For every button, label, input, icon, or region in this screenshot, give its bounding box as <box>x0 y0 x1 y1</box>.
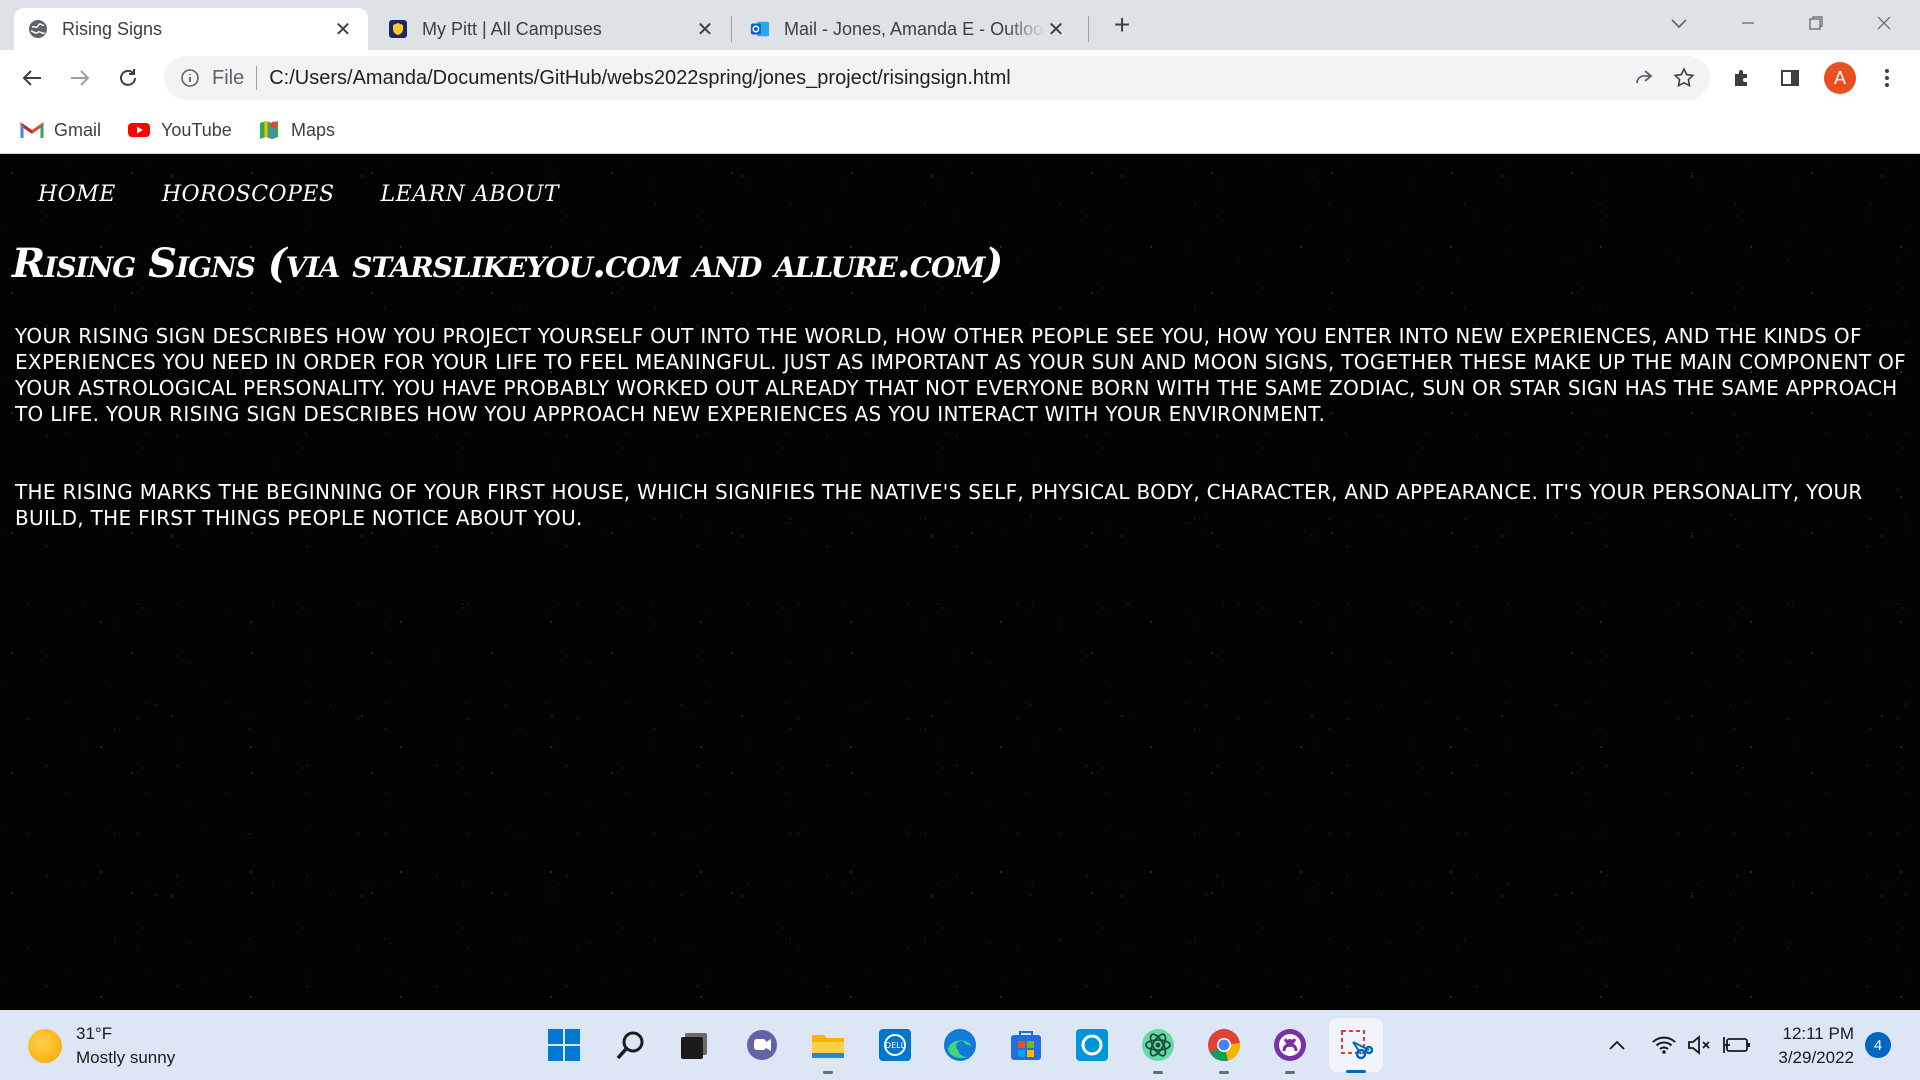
wifi-icon[interactable] <box>1649 1032 1679 1058</box>
new-tab-button[interactable]: + <box>1107 9 1137 40</box>
file-explorer-icon[interactable] <box>808 1025 848 1074</box>
tab-my-pitt[interactable]: My Pitt | All Campuses ✕ <box>374 8 730 50</box>
page-content: HOME HOROSCOPES LEARN ABOUT Rising Signs… <box>0 155 1920 1010</box>
microsoft-store-icon[interactable] <box>1006 1025 1046 1065</box>
atom-editor-icon[interactable] <box>1138 1025 1178 1074</box>
bookmark-youtube[interactable]: YouTube <box>127 116 232 144</box>
close-tab-icon[interactable]: ✕ <box>1045 18 1067 41</box>
close-window-icon[interactable] <box>1866 8 1902 38</box>
clock-time: 12:11 PM <box>1782 1024 1854 1043</box>
sun-weather-icon <box>28 1029 62 1063</box>
outlook-icon <box>750 19 770 39</box>
tab-rising-signs[interactable]: Rising Signs ✕ <box>14 8 368 50</box>
tab-title: Rising Signs <box>62 18 163 39</box>
paragraph-rising-sign-description: Your Rising Sign describes how you proje… <box>15 324 1906 426</box>
tab-separator <box>1088 16 1089 42</box>
address-bar[interactable]: File C:/Users/Amanda/Documents/GitHub/we… <box>164 56 1710 100</box>
chrome-browser-icon[interactable] <box>1204 1025 1244 1074</box>
extensions-puzzle-icon[interactable] <box>1725 62 1759 94</box>
info-icon[interactable] <box>178 66 202 90</box>
windows-start-icon[interactable] <box>544 1025 584 1065</box>
minimize-icon[interactable] <box>1730 8 1766 38</box>
teams-chat-icon[interactable] <box>742 1025 782 1065</box>
globe-icon <box>28 19 48 39</box>
tab-separator <box>731 16 732 42</box>
tab-search-chevron-icon[interactable] <box>1661 8 1697 38</box>
maps-icon <box>257 120 281 140</box>
weather-temperature: 31°F <box>76 1024 113 1043</box>
close-tab-icon[interactable]: ✕ <box>694 18 716 41</box>
site-nav: HOME HOROSCOPES LEARN ABOUT <box>38 182 559 207</box>
bookmark-label: YouTube <box>161 119 232 140</box>
bookmark-maps[interactable]: Maps <box>257 116 335 144</box>
notification-badge[interactable]: 4 <box>1865 1032 1891 1058</box>
running-indicator <box>1285 1071 1295 1074</box>
volume-muted-icon[interactable] <box>1684 1032 1714 1058</box>
running-indicator <box>1219 1071 1229 1074</box>
bookmarks-bar: Gmail YouTube Maps <box>0 106 1920 154</box>
cortana-app-icon[interactable] <box>1072 1025 1112 1065</box>
side-panel-icon[interactable] <box>1773 62 1807 94</box>
github-desktop-icon[interactable] <box>1270 1025 1310 1074</box>
tab-title: My Pitt | All Campuses <box>422 18 602 39</box>
show-hidden-icons-chevron-icon[interactable] <box>1604 1032 1630 1058</box>
reload-icon[interactable] <box>111 62 145 94</box>
running-indicator <box>1153 1071 1163 1074</box>
clock-date: 3/29/2022 <box>1778 1048 1854 1067</box>
close-tab-icon[interactable]: ✕ <box>332 18 354 41</box>
bookmark-label: Maps <box>291 119 336 140</box>
page-title: Rising Signs (via starslikeyou.com and a… <box>12 240 1003 287</box>
nav-link-home[interactable]: HOME <box>38 182 116 207</box>
tab-outlook-mail[interactable]: Mail - Jones, Amanda E - Outlook ✕ <box>736 8 1081 50</box>
profile-avatar[interactable]: A <box>1824 62 1856 94</box>
url-text[interactable]: C:/Users/Amanda/Documents/GitHub/webs202… <box>269 67 1624 90</box>
nav-link-learn-about[interactable]: LEARN ABOUT <box>381 182 560 207</box>
tab-strip: Rising Signs ✕ My Pitt | All Campuses ✕ … <box>0 0 1920 50</box>
restore-icon[interactable] <box>1798 8 1834 38</box>
snipping-tool-icon[interactable] <box>1329 1018 1383 1073</box>
system-clock[interactable]: 12:11 PM 3/29/2022 <box>1768 1022 1854 1070</box>
active-indicator <box>1346 1070 1366 1073</box>
battery-charging-icon[interactable] <box>1722 1032 1752 1058</box>
svg-text:DELL: DELL <box>885 1041 906 1050</box>
browser-toolbar: File C:/Users/Amanda/Documents/GitHub/we… <box>0 50 1920 106</box>
bookmark-gmail[interactable]: Gmail <box>20 116 101 144</box>
task-view-icon[interactable] <box>674 1025 714 1065</box>
search-icon[interactable] <box>611 1025 651 1065</box>
nav-link-horoscopes[interactable]: HOROSCOPES <box>162 182 335 207</box>
edge-browser-icon[interactable] <box>940 1025 980 1065</box>
bookmark-star-icon[interactable] <box>1664 58 1704 98</box>
dell-app-icon[interactable]: DELL <box>875 1025 915 1065</box>
running-indicator <box>823 1071 833 1074</box>
share-icon[interactable] <box>1624 58 1664 98</box>
tab-title: Mail - Jones, Amanda E - Outlook <box>784 18 1045 39</box>
address-separator <box>256 66 258 90</box>
pitt-shield-icon <box>388 19 408 39</box>
gmail-icon <box>20 120 44 140</box>
scheme-label: File <box>212 66 245 89</box>
weather-widget[interactable]: 31°F Mostly sunny <box>28 1022 175 1070</box>
menu-kebab-icon[interactable] <box>1870 62 1904 94</box>
bookmark-label: Gmail <box>54 119 102 140</box>
back-arrow-icon[interactable] <box>15 62 49 94</box>
taskbar: 31°F Mostly sunny DELL 12:11 PM 3/29/202… <box>0 1010 1920 1080</box>
weather-description: Mostly sunny <box>76 1048 176 1067</box>
forward-arrow-icon[interactable] <box>63 62 97 94</box>
youtube-icon <box>127 120 151 140</box>
paragraph-first-house: The rising marks the beginning of your f… <box>15 480 1863 530</box>
